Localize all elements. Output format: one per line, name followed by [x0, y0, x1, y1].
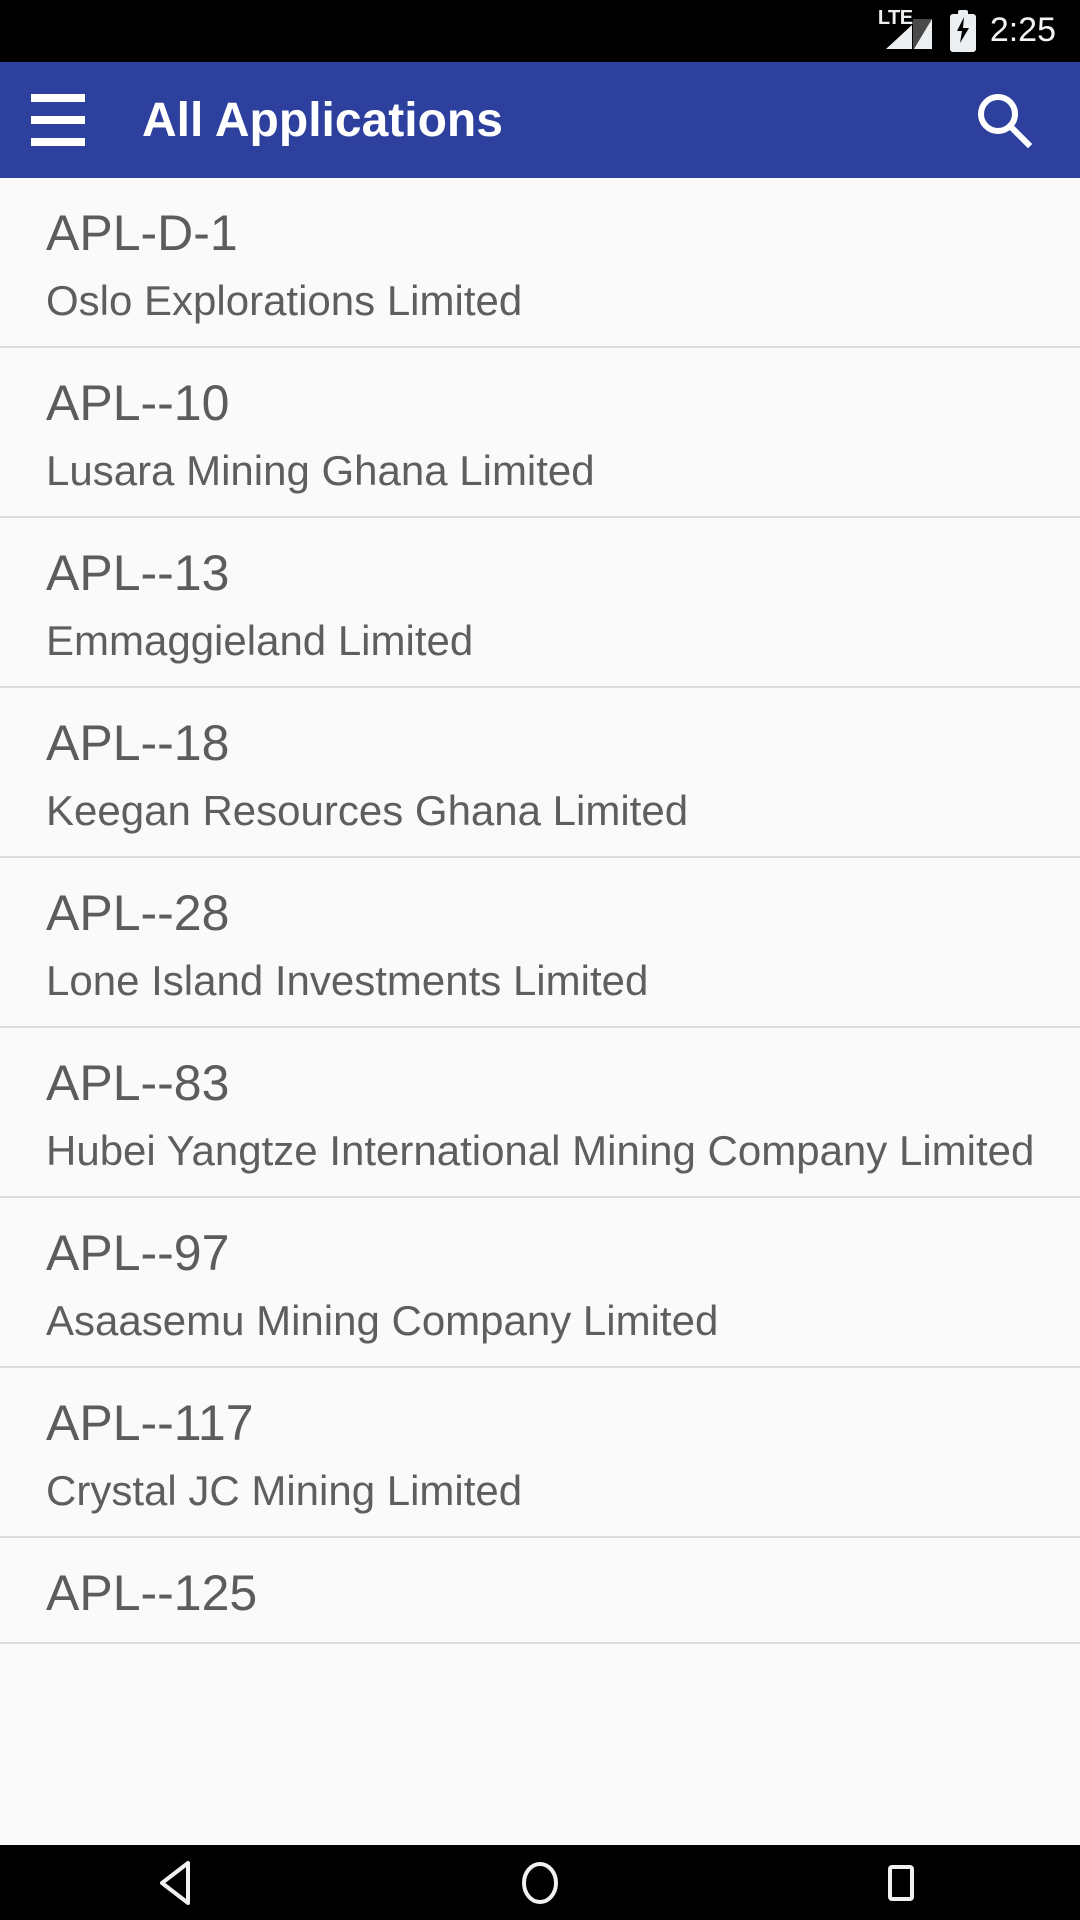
application-code: APL--10 [46, 375, 230, 431]
status-bar: LTE 2:25 [0, 0, 1080, 62]
home-circle-icon [522, 1861, 558, 1904]
phone-screen: LTE 2:25 All Applications APL-D-1 Oslo E… [0, 0, 1080, 1920]
list-item[interactable]: APL--125 [0, 1538, 1080, 1644]
signal-bars-icon [885, 19, 932, 49]
company-name: Asaasemu Mining Company Limited [46, 1297, 719, 1344]
status-bar-clock: 2:25 [989, 11, 1056, 49]
list-item[interactable]: APL--117 Crystal JC Mining Limited [0, 1368, 1080, 1538]
company-name: Emmaggieland Limited [46, 617, 474, 664]
list-item[interactable]: APL--10 Lusara Mining Ghana Limited [0, 348, 1080, 518]
android-navigation-bar [0, 1845, 1080, 1920]
page-title: All Applications [142, 93, 503, 147]
app-bar: All Applications [0, 62, 1080, 178]
company-name: Lusara Mining Ghana Limited [46, 447, 595, 494]
list-item[interactable]: APL-D-1 Oslo Explorations Limited [0, 178, 1080, 348]
recents-square-icon [888, 1864, 914, 1901]
company-name: Crystal JC Mining Limited [46, 1467, 523, 1514]
search-button[interactable] [946, 62, 1062, 178]
list-item[interactable]: APL--28 Lone Island Investments Limited [0, 858, 1080, 1028]
list-item[interactable]: APL--13 Emmaggieland Limited [0, 518, 1080, 688]
application-code: APL-D-1 [46, 205, 238, 261]
battery-charging-icon [949, 10, 976, 52]
status-bar-icons: LTE 2:25 [878, 8, 1056, 53]
recents-button[interactable] [810, 1845, 990, 1920]
application-code: APL--13 [46, 545, 230, 601]
company-name: Lone Island Investments Limited [46, 957, 649, 1004]
list-item[interactable]: APL--18 Keegan Resources Ghana Limited [0, 688, 1080, 858]
hamburger-menu-icon[interactable] [8, 62, 108, 178]
company-name: Oslo Explorations Limited [46, 277, 523, 324]
application-code: APL--97 [46, 1225, 230, 1281]
application-code: APL--117 [46, 1395, 254, 1451]
applications-list[interactable]: APL-D-1 Oslo Explorations Limited APL--1… [0, 178, 1080, 1845]
back-triangle-icon [160, 1860, 190, 1905]
application-code: APL--18 [46, 715, 230, 771]
signal-triangle-icon: LTE [878, 8, 936, 53]
charging-bolt-icon [956, 17, 969, 43]
list-item[interactable]: APL--83 Hubei Yangtze International Mini… [0, 1028, 1080, 1198]
company-name: Hubei Yangtze International Mining Compa… [46, 1127, 1035, 1174]
list-item[interactable]: APL--97 Asaasemu Mining Company Limited [0, 1198, 1080, 1368]
search-icon [978, 94, 1033, 149]
application-code: APL--83 [46, 1055, 230, 1111]
company-name: Keegan Resources Ghana Limited [46, 787, 689, 834]
application-code: APL--125 [46, 1565, 258, 1621]
back-button[interactable] [90, 1845, 270, 1920]
application-code: APL--28 [46, 885, 230, 941]
home-button[interactable] [450, 1845, 630, 1920]
